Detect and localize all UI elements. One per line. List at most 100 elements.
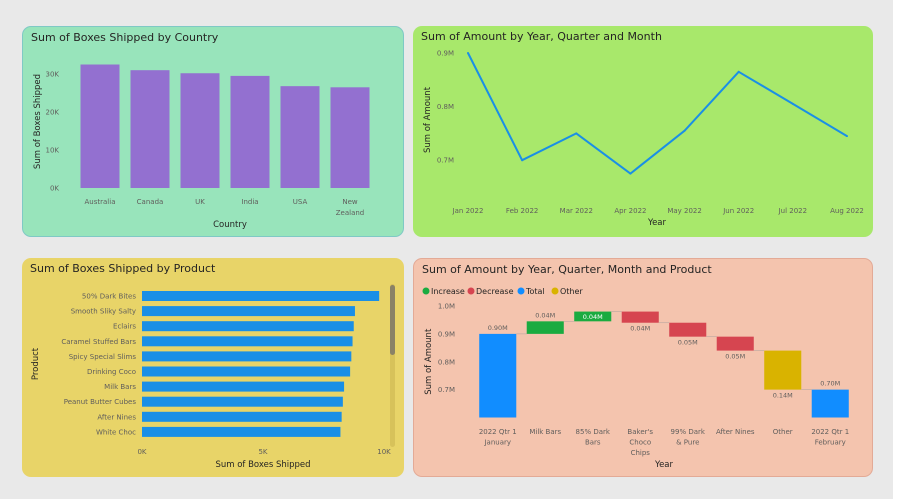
y-tick-label: 0.8M [438,358,455,366]
y-tick-label: 0.9M [438,330,455,338]
bar [180,73,220,188]
amount-by-month-card[interactable]: Sum of Amount by Year, Quarter and Month… [413,26,873,237]
x-tick-label: February [815,439,846,447]
data-label: 0.05M [678,339,698,347]
y-tick-label: 30K [46,71,60,79]
y-tick-label: Drinking Coco [87,368,136,376]
x-tick-label: India [241,198,258,206]
legend-label: Other [560,287,583,296]
y-tick-label: 0.9M [437,50,454,58]
x-tick-label: Other [773,428,793,436]
y-tick-label: 10K [46,147,60,155]
x-tick-label: January [483,439,511,447]
legend-marker [517,287,525,295]
data-label: 0.05M [725,353,745,361]
data-label: 0.14M [773,392,793,400]
boxes-by-product-chart: 50% Dark Bites Smooth Sliky Salty Eclairs C… [31,284,395,470]
y-tick-label: 0.7M [438,386,455,394]
y-tick-label: 50% Dark Bites [82,293,136,301]
x-tick-label: Choco [629,439,651,447]
x-tick-label: 99% Dark [671,428,706,436]
bar [142,396,343,407]
boxes-by-product-card[interactable]: Sum of Boxes Shipped by Product 50% Dark… [22,258,404,477]
waterfall-bar [764,350,802,390]
y-tick-label: Milk Bars [104,383,136,391]
x-tick-label: 2022 Qtr 1 [811,428,849,436]
data-point [575,132,578,135]
x-tick-label: UK [195,198,205,206]
x-tick-label: 2022 Qtr 1 [479,428,517,436]
legend-label: Decrease [476,287,514,296]
x-tick-label: Milk Bars [529,428,561,436]
y-tick-label: White Choc [96,428,136,436]
data-label: 0.04M [630,325,650,333]
data-label: 0.70M [820,380,840,388]
waterfall-bar [716,336,754,351]
legend-label: Increase [431,287,465,296]
y-axis-title: Sum of Amount [424,328,434,395]
data-label: 0.04M [535,311,555,319]
data-point [683,129,686,132]
y-axis-title: Product [31,347,41,380]
x-tick-label: Australia [85,198,116,206]
x-axis-title: Sum of Boxes Shipped [215,460,310,470]
data-point [791,102,794,105]
bar [80,64,120,188]
amount-series-line [467,52,848,175]
y-tick-label: 1.0M [438,303,455,311]
x-tick-label: 5K [258,448,267,456]
x-axis-title: Year [654,460,674,470]
y-tick-label: 0.7M [437,157,454,165]
bar [230,75,270,188]
bar [142,381,345,392]
legend-marker [467,287,475,295]
x-axis-title: Year [647,218,667,228]
x-tick-label: Feb 2022 [506,207,538,215]
x-tick-label: Jan 2022 [452,207,484,215]
bar [280,86,320,188]
legend-marker [551,287,559,295]
legend-label: Total [525,287,545,296]
bar [142,306,355,317]
scrollbar-thumb[interactable] [390,285,395,355]
x-tick-label: 10K [377,448,391,456]
boxes-by-country-chart: 0K 10K 20K 30K Australia Canada UK India USA New Z… [33,64,370,230]
x-tick-label: May 2022 [667,207,702,215]
amount-by-month-chart: 0.7M 0.8M 0.9M Jan 2022 Feb 2022 Mar 2022 Apr … [423,50,864,229]
bar [142,411,342,422]
x-tick-label: Zealand [336,209,365,217]
x-axis-title: Country [213,220,247,230]
y-tick-label: Eclairs [113,323,136,331]
waterfall-bar [526,321,564,334]
x-tick-label: Jul 2022 [778,207,808,215]
waterfall-bar [669,322,707,337]
bar [142,291,380,301]
data-point [737,70,740,73]
bar [142,321,354,332]
waterfall-bar [479,333,517,418]
y-tick-label: Smooth Sliky Salty [71,308,136,316]
y-tick-label: Caramel Stuffed Bars [61,338,136,346]
x-tick-label: After Nines [716,428,755,436]
y-tick-label: After Nines [97,413,136,421]
legend-marker [422,287,430,295]
x-tick-label: USA [293,198,308,206]
y-axis-title: Sum of Amount [423,86,433,153]
data-point [629,172,632,175]
x-tick-label: 85% Dark [576,428,611,436]
x-tick-label: & Pure [676,439,699,447]
amount-waterfall-card[interactable]: Sum of Amount by Year, Quarter, Month an… [413,258,873,477]
bar [142,336,353,347]
x-tick-label: 0K [137,448,146,456]
bar [142,366,351,377]
bar [142,351,352,362]
x-tick-label: Bars [585,439,601,447]
x-tick-label: New [342,198,358,206]
x-tick-label: Chips [631,449,651,457]
x-tick-label: Baker's [627,428,653,436]
x-tick-label: Jun 2022 [722,207,754,215]
boxes-by-country-card[interactable]: Sum of Boxes Shipped by Country 0K 10K 20K… [22,26,404,237]
data-point [467,52,469,54]
x-tick-label: Mar 2022 [560,207,593,215]
waterfall-bar [811,389,849,418]
